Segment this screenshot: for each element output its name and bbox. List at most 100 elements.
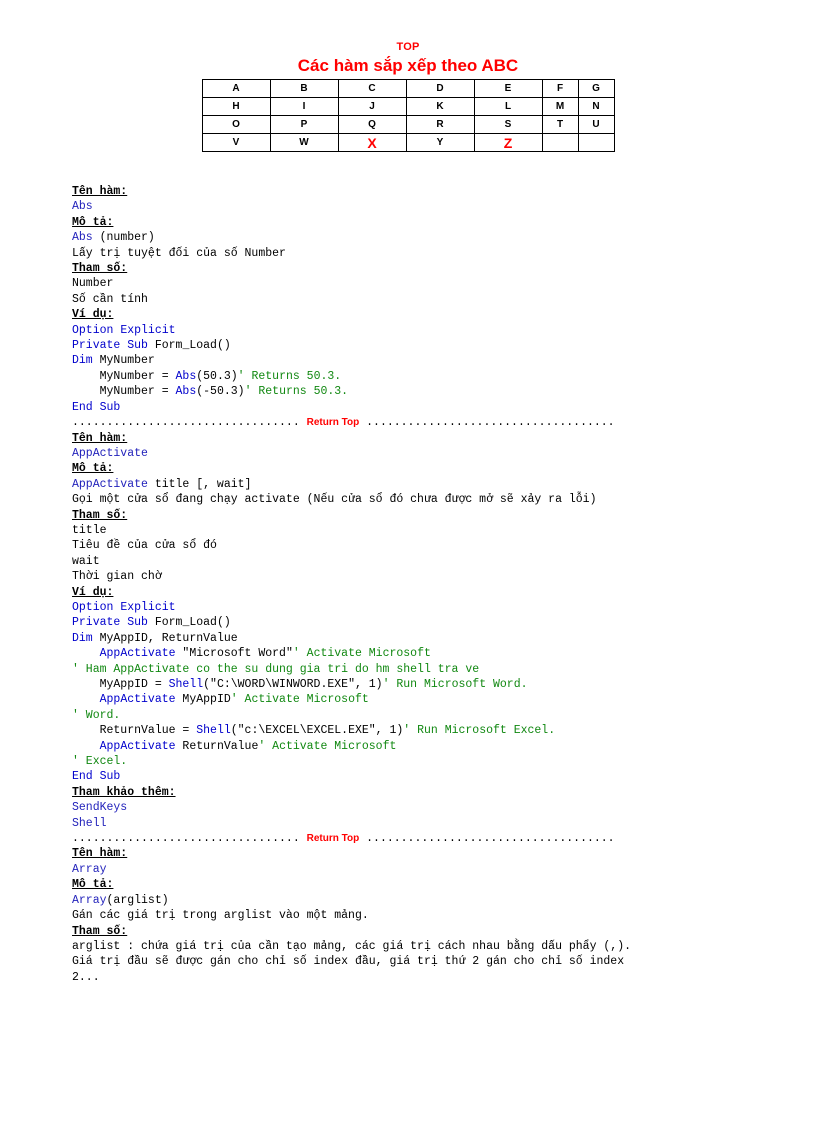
label-tham-so: Tham số: — [72, 924, 782, 939]
code-line: Private Sub Form_Load() — [72, 615, 782, 630]
label-vi-du: Ví dụ: — [72, 585, 782, 600]
document-body: Tên hàm: Abs Mô tả: Abs (number) Lấy trị tuy… — [72, 184, 782, 985]
alphabet-cell-e[interactable]: E — [473, 79, 543, 98]
parameter-line: 2... — [72, 970, 100, 984]
code-text: MyAppID, ReturnValue — [92, 631, 238, 645]
alphabet-cell-b[interactable]: B — [269, 79, 339, 98]
see-also-shell: Shell — [72, 816, 782, 831]
alphabet-cell-z[interactable]: Z — [473, 133, 543, 152]
alphabet-cell-w[interactable]: W — [269, 133, 339, 152]
return-top-separator: ................................. Return… — [72, 831, 782, 846]
code-line: Dim MyAppID, ReturnValue — [72, 631, 782, 646]
signature-function-link[interactable]: Array — [72, 894, 107, 907]
function-signature: Abs (number) — [72, 230, 782, 245]
parameter-line: Tiêu đề của cửa sổ đó — [72, 539, 217, 553]
code-comment: ' Excel. — [72, 755, 128, 769]
alphabet-cell-m[interactable]: M — [541, 97, 579, 116]
label-vi-du-text: Ví dụ: — [72, 308, 114, 322]
code-text: ("c:\EXCEL\EXCEL.EXE", 1) — [230, 724, 404, 738]
code-line: End Sub — [72, 400, 782, 415]
label-mo-ta-text: Mô tả: — [72, 462, 114, 476]
code-keyword: AppActivate — [99, 693, 176, 707]
alphabet-cell-d[interactable]: D — [405, 79, 475, 98]
see-also-sendkeys-link[interactable]: SendKeys — [72, 801, 127, 814]
code-text: MyAppID — [175, 693, 231, 707]
function-name-array-link[interactable]: Array — [72, 863, 107, 876]
return-top-link[interactable]: Return Top — [307, 417, 360, 428]
label-mo-ta-text: Mô tả: — [72, 215, 114, 229]
code-text: ReturnValue = — [72, 724, 197, 738]
alphabet-cell-empty — [541, 133, 579, 152]
alphabet-cell-l[interactable]: L — [473, 97, 543, 116]
alphabet-cell-h[interactable]: H — [201, 97, 271, 116]
code-line: ' Excel. — [72, 754, 782, 769]
see-also-shell-link[interactable]: Shell — [72, 817, 107, 830]
label-tham-so-text: Tham số: — [72, 924, 128, 938]
code-text: (50.3) — [196, 369, 238, 383]
alphabet-cell-n[interactable]: N — [577, 97, 615, 116]
alphabet-row: HIJKLMN — [201, 97, 615, 116]
label-mo-ta: Mô tả: — [72, 877, 782, 892]
label-tham-so: Tham số: — [72, 261, 782, 276]
alphabet-cell-g[interactable]: G — [577, 79, 615, 98]
code-keyword: Option — [72, 600, 114, 614]
label-vi-du-text: Ví dụ: — [72, 585, 114, 599]
top-anchor-label: TOP — [396, 41, 420, 53]
code-keyword: Shell — [196, 724, 231, 738]
alphabet-cell-s[interactable]: S — [473, 115, 543, 134]
code-comment: ' Run Microsoft Word. — [382, 678, 528, 691]
code-keyword: AppActivate — [99, 647, 176, 661]
signature-function-link[interactable]: AppActivate — [72, 478, 148, 491]
label-tham-so-text: Tham số: — [72, 508, 128, 522]
signature-arguments: title [, wait] — [147, 477, 252, 491]
alphabet-cell-f[interactable]: F — [541, 79, 579, 98]
alphabet-index-table-wrap: ABCDEFGHIJKLMNOPQRSTUVWXYZ — [0, 79, 816, 152]
signature-function-link[interactable]: Abs — [72, 231, 93, 244]
alphabet-cell-x[interactable]: X — [337, 133, 407, 152]
code-keyword: Sub — [99, 400, 121, 414]
return-top-link[interactable]: Return Top — [307, 833, 360, 844]
label-ten-ham: Tên hàm: — [72, 846, 782, 861]
label-mo-ta: Mô tả: — [72, 461, 782, 476]
code-line: Option Explicit — [72, 600, 782, 615]
code-line: AppActivate "Microsoft Word"' Activate M… — [72, 646, 782, 661]
alphabet-cell-i[interactable]: I — [269, 97, 339, 116]
alphabet-cell-p[interactable]: P — [269, 115, 339, 134]
code-line: Private Sub Form_Load() — [72, 338, 782, 353]
code-keyword: Explicit — [113, 600, 176, 614]
label-tham-khao-them-text: Tham khảo thêm: — [72, 785, 176, 799]
alphabet-cell-r[interactable]: R — [405, 115, 475, 134]
alphabet-cell-v[interactable]: V — [201, 133, 271, 152]
alphabet-cell-o[interactable]: O — [201, 115, 271, 134]
function-name-appactivate-link[interactable]: AppActivate — [72, 447, 148, 460]
label-tham-so: Tham số: — [72, 508, 782, 523]
code-comment: ' Returns 50.3. — [244, 385, 349, 399]
alphabet-cell-y[interactable]: Y — [405, 133, 475, 152]
label-vi-du: Ví dụ: — [72, 307, 782, 322]
alphabet-cell-u[interactable]: U — [577, 115, 615, 134]
alphabet-cell-c[interactable]: C — [337, 79, 407, 98]
code-keyword: End — [72, 400, 93, 414]
function-name-abs-link[interactable]: Abs — [72, 200, 93, 213]
code-comment: ' Activate Microsoft — [258, 739, 397, 753]
separator-dots-right: .................................... — [359, 416, 615, 430]
alphabet-cell-a[interactable]: A — [201, 79, 271, 98]
code-comment: ' Activate Microsoft — [230, 693, 369, 707]
code-keyword: Explicit — [113, 323, 176, 337]
code-keyword: Sub — [127, 339, 148, 353]
alphabet-row: ABCDEFG — [201, 79, 615, 98]
code-comment: ' Ham AppActivate co the su dung gia tri… — [72, 662, 480, 676]
code-keyword: AppActivate — [99, 739, 176, 753]
alphabet-cell-t[interactable]: T — [541, 115, 579, 134]
alphabet-cell-k[interactable]: K — [405, 97, 475, 116]
code-line: AppActivate MyAppID' Activate Microsoft — [72, 692, 782, 707]
alphabet-cell-q[interactable]: Q — [337, 115, 407, 134]
code-keyword: Shell — [168, 678, 204, 691]
label-ten-ham-text: Tên hàm: — [72, 847, 128, 861]
alphabet-cell-j[interactable]: J — [337, 97, 407, 116]
code-comment: ' Run Microsoft Excel. — [403, 724, 556, 738]
code-line: MyNumber = Abs(-50.3)' Returns 50.3. — [72, 384, 782, 399]
code-text: "Microsoft Word" — [175, 647, 293, 661]
